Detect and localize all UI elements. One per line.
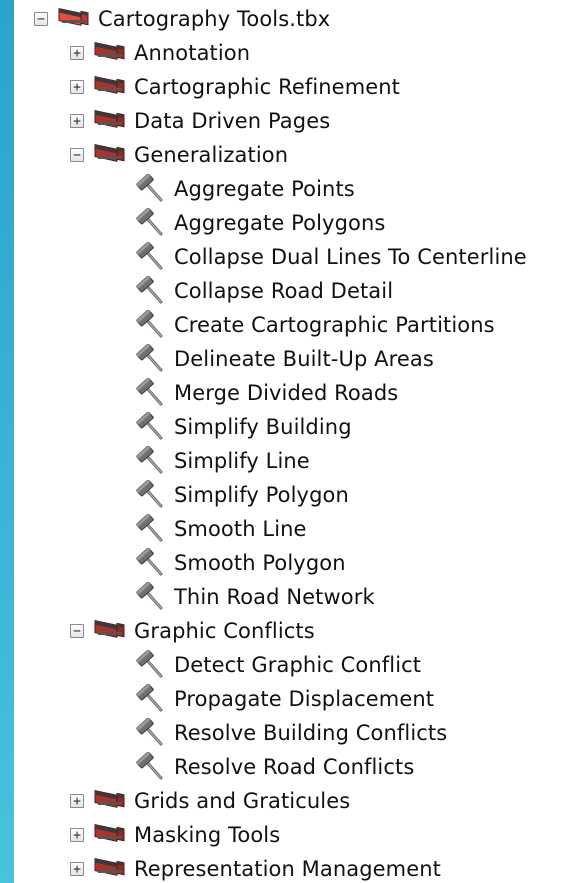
toolset-label: Generalization xyxy=(134,143,289,167)
tool-label: Propagate Displacement xyxy=(174,687,435,711)
collapse-toggle[interactable]: − xyxy=(70,624,84,638)
toolset-label: Data Driven Pages xyxy=(134,109,331,133)
tool-item[interactable]: Collapse Dual Lines To Centerline xyxy=(136,240,527,274)
toolset-label: Representation Management xyxy=(134,857,441,881)
toolset-label: Grids and Graticules xyxy=(134,789,351,813)
tool-label: Aggregate Points xyxy=(174,177,355,201)
expand-toggle[interactable]: + xyxy=(70,862,84,876)
tool-item[interactable]: Collapse Road Detail xyxy=(136,274,393,308)
toolset-icon xyxy=(92,856,126,882)
tool-item[interactable]: Create Cartographic Partitions xyxy=(136,308,495,342)
toolset-label: Masking Tools xyxy=(134,823,281,847)
hammer-icon xyxy=(136,208,166,238)
toolset-icon xyxy=(92,788,126,814)
toolset-item[interactable]: + Annotation xyxy=(70,36,250,70)
collapse-toggle[interactable]: − xyxy=(70,148,84,162)
tool-item[interactable]: Simplify Line xyxy=(136,444,310,478)
toolset-label: Cartography Tools.tbx xyxy=(98,7,331,31)
tool-item[interactable]: Simplify Polygon xyxy=(136,478,349,512)
toolset-icon xyxy=(92,74,126,100)
hammer-icon xyxy=(136,174,166,204)
hammer-icon xyxy=(136,242,166,272)
tool-item[interactable]: Smooth Line xyxy=(136,512,307,546)
tool-item[interactable]: Thin Road Network xyxy=(136,580,375,614)
tool-item[interactable]: Detect Graphic Conflict xyxy=(136,648,421,682)
hammer-icon xyxy=(136,310,166,340)
tool-item[interactable]: Resolve Road Conflicts xyxy=(136,750,414,784)
hammer-icon xyxy=(136,718,166,748)
toolset-item[interactable]: − Generalization xyxy=(70,138,288,172)
tool-item[interactable]: Delineate Built-Up Areas xyxy=(136,342,434,376)
toolset-item[interactable]: + Representation Management xyxy=(70,852,441,883)
expand-toggle[interactable]: + xyxy=(70,828,84,842)
tool-item[interactable]: Aggregate Polygons xyxy=(136,206,385,240)
tool-item[interactable]: Merge Divided Roads xyxy=(136,376,398,410)
tool-label: Resolve Road Conflicts xyxy=(174,755,415,779)
tool-item[interactable]: Simplify Building xyxy=(136,410,352,444)
toolset-item[interactable]: + Cartographic Refinement xyxy=(70,70,400,104)
collapse-toggle[interactable]: − xyxy=(34,12,48,26)
hammer-icon xyxy=(136,412,166,442)
toolbox-root[interactable]: − Cartography Tools.tbx xyxy=(34,2,330,36)
expand-toggle[interactable]: + xyxy=(70,794,84,808)
hammer-icon xyxy=(136,582,166,612)
toolset-label: Graphic Conflicts xyxy=(134,619,315,643)
tool-label: Smooth Line xyxy=(174,517,307,541)
tool-label: Collapse Dual Lines To Centerline xyxy=(174,245,527,269)
expand-toggle[interactable]: + xyxy=(70,80,84,94)
toolset-icon xyxy=(92,108,126,134)
tool-label: Collapse Road Detail xyxy=(174,279,394,303)
toolset-label: Cartographic Refinement xyxy=(134,75,401,99)
expand-toggle[interactable]: + xyxy=(70,114,84,128)
toolbox-tree: − Cartography Tools.tbx + Annotation + Car… xyxy=(14,0,573,883)
hammer-icon xyxy=(136,650,166,680)
toolset-icon xyxy=(92,618,126,644)
tool-label: Smooth Polygon xyxy=(174,551,346,575)
tool-label: Simplify Polygon xyxy=(174,483,349,507)
tool-label: Simplify Line xyxy=(174,449,310,473)
toolset-item[interactable]: + Masking Tools xyxy=(70,818,280,852)
tool-label: Aggregate Polygons xyxy=(174,211,386,235)
tool-label: Resolve Building Conflicts xyxy=(174,721,448,745)
toolset-icon xyxy=(92,142,126,168)
toolset-label: Annotation xyxy=(134,41,251,65)
tool-item[interactable]: Smooth Polygon xyxy=(136,546,346,580)
hammer-icon xyxy=(136,514,166,544)
toolbox-red-icon xyxy=(56,6,90,32)
tool-item[interactable]: Aggregate Points xyxy=(136,172,355,206)
expand-toggle[interactable]: + xyxy=(70,46,84,60)
hammer-icon xyxy=(136,446,166,476)
hammer-icon xyxy=(136,480,166,510)
hammer-icon xyxy=(136,378,166,408)
tool-label: Simplify Building xyxy=(174,415,352,439)
toolset-item[interactable]: + Grids and Graticules xyxy=(70,784,350,818)
tool-label: Delineate Built-Up Areas xyxy=(174,347,434,371)
toolset-item[interactable]: − Graphic Conflicts xyxy=(70,614,315,648)
tool-item[interactable]: Propagate Displacement xyxy=(136,682,434,716)
tool-label: Detect Graphic Conflict xyxy=(174,653,422,677)
hammer-icon xyxy=(136,684,166,714)
toolset-icon xyxy=(92,40,126,66)
tool-label: Merge Divided Roads xyxy=(174,381,399,405)
hammer-icon xyxy=(136,752,166,782)
tool-item[interactable]: Resolve Building Conflicts xyxy=(136,716,447,750)
toolset-item[interactable]: + Data Driven Pages xyxy=(70,104,330,138)
tool-label: Create Cartographic Partitions xyxy=(174,313,495,337)
hammer-icon xyxy=(136,276,166,306)
hammer-icon xyxy=(136,548,166,578)
tool-label: Thin Road Network xyxy=(174,585,375,609)
toolset-icon xyxy=(92,822,126,848)
hammer-icon xyxy=(136,344,166,374)
